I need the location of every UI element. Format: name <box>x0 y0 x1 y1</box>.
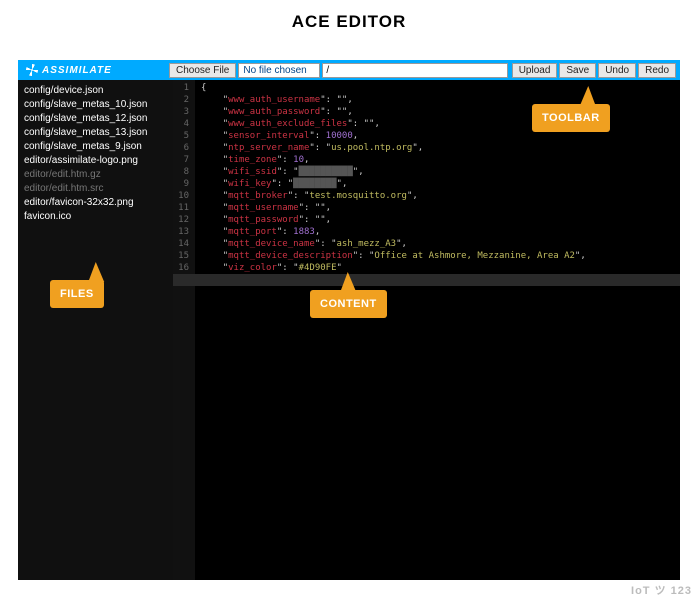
save-button[interactable]: Save <box>559 63 596 78</box>
file-chosen-text: No file chosen <box>238 63 320 78</box>
editor-gutter: 1234567891011121314151617 <box>173 80 195 580</box>
callout-toolbar: TOOLBAR <box>532 104 610 132</box>
editor-content[interactable]: { "www_auth_username": "", "www_auth_pas… <box>195 80 680 580</box>
file-item[interactable]: editor/edit.htm.src <box>24 182 167 196</box>
upload-path-input[interactable] <box>322 63 507 78</box>
file-item[interactable]: favicon.ico <box>24 210 167 224</box>
page-title: ACE EDITOR <box>0 0 698 42</box>
callout-toolbar-label: TOOLBAR <box>542 112 600 124</box>
callout-content-label: CONTENT <box>320 298 377 310</box>
file-item[interactable]: config/slave_metas_12.json <box>24 112 167 126</box>
file-item[interactable]: editor/favicon-32x32.png <box>24 196 167 210</box>
topbar: ASSIMILATE Choose File No file chosen Up… <box>18 60 680 80</box>
file-item[interactable]: config/device.json <box>24 84 167 98</box>
callout-files-label: FILES <box>60 288 94 300</box>
file-item[interactable]: config/slave_metas_9.json <box>24 140 167 154</box>
app-window: ASSIMILATE Choose File No file chosen Up… <box>18 60 680 580</box>
logo-icon <box>26 64 38 76</box>
redo-button[interactable]: Redo <box>638 63 676 78</box>
file-item[interactable]: editor/edit.htm.gz <box>24 168 167 182</box>
file-item[interactable]: config/slave_metas_13.json <box>24 126 167 140</box>
undo-button[interactable]: Undo <box>598 63 636 78</box>
brand: ASSIMILATE <box>22 64 116 76</box>
file-item[interactable]: editor/assimilate-logo.png <box>24 154 167 168</box>
callout-files: FILES <box>50 280 104 308</box>
code-editor[interactable]: 1234567891011121314151617 { "www_auth_us… <box>173 80 680 580</box>
callout-content: CONTENT <box>310 290 387 318</box>
file-sidebar: config/device.jsonconfig/slave_metas_10.… <box>18 80 173 580</box>
choose-file-button[interactable]: Choose File <box>169 63 236 78</box>
file-item[interactable]: config/slave_metas_10.json <box>24 98 167 112</box>
upload-button[interactable]: Upload <box>512 63 558 78</box>
brand-label: ASSIMILATE <box>42 65 112 76</box>
watermark: IoT ツ 123 <box>631 582 692 598</box>
